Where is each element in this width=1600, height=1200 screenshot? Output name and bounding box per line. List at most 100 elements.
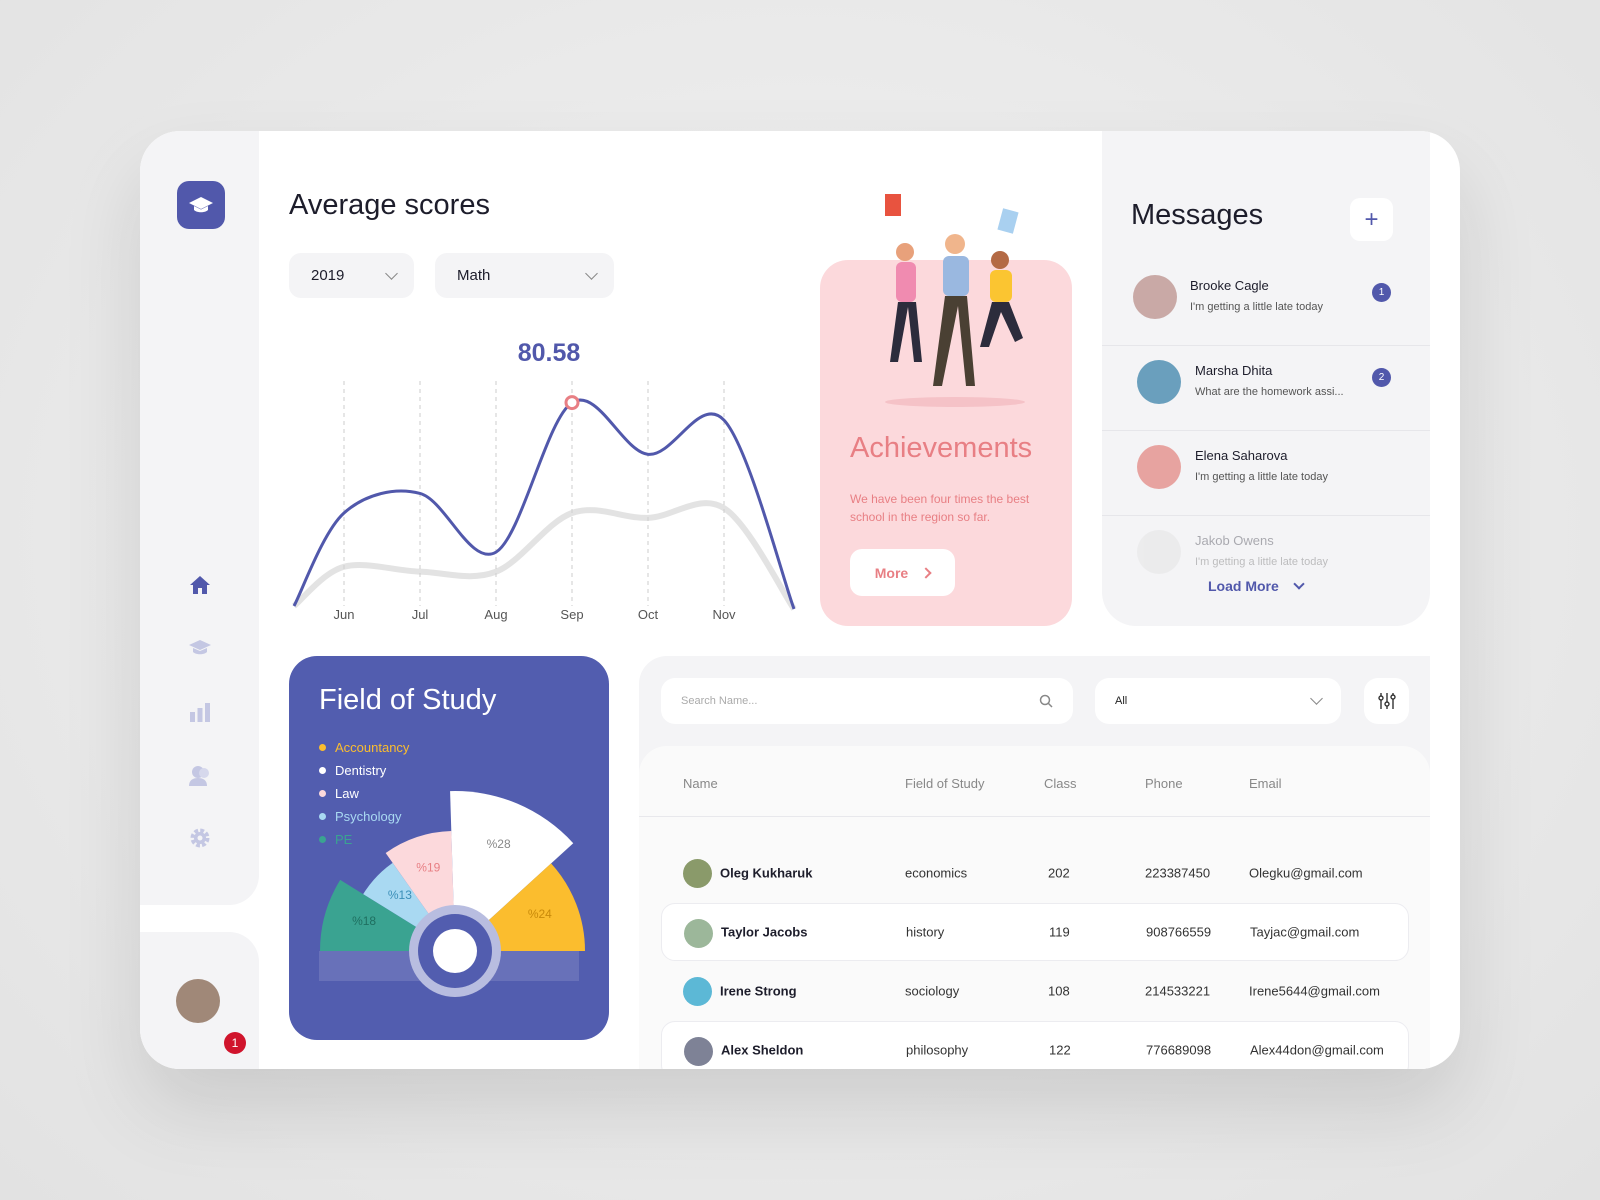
column-header[interactable]: Class [1044,776,1077,791]
cell-field: sociology [905,983,960,999]
segment-label: %24 [528,907,552,921]
center-dot [433,929,477,973]
message-item[interactable]: Brooke Cagle I'm getting a little late t… [1102,261,1430,346]
search-placeholder: Search Name... [681,695,758,707]
year-value: 2019 [311,267,345,284]
year-dropdown[interactable]: 2019 [289,253,414,298]
profile-area: 1 [140,932,259,1069]
cell-phone: 776689098 [1146,1042,1212,1058]
add-message-button[interactable]: + [1350,198,1393,241]
sidebar [140,131,259,905]
segment-label: %13 [388,888,412,902]
user-avatar[interactable] [176,979,220,1023]
messages-title: Messages [1131,199,1264,231]
cell-email: Irene5644@gmail.com [1249,983,1380,999]
filter-settings-button[interactable] [1364,678,1409,724]
x-tick-label: Sep [560,607,584,622]
sender-name: Brooke Cagle [1190,278,1269,293]
sender-avatar [1137,360,1181,404]
filter-value: All [1115,695,1128,707]
sender-avatar [1137,445,1181,489]
table-row[interactable]: Irene Strong sociology 108 214533221 Irene56… [661,962,1409,1020]
x-tick-label: Oct [637,607,659,622]
more-label: More [874,564,909,581]
chevron-down-icon [1293,577,1305,590]
notification-badge: 1 [224,1032,246,1054]
field-of-study-chart: %18 %13 %19 %28 %24 [319,791,585,997]
cell-email: Alex44don@gmail.com [1250,1042,1384,1058]
filter-dropdown[interactable]: All [1095,678,1341,724]
cell-name: Taylor Jacobs [721,924,808,940]
achievements-text: We have been four times the best school … [850,492,1030,524]
cell-email: Olegku@gmail.com [1249,865,1363,881]
cell-email: Tayjac@gmail.com [1250,924,1360,940]
cell-phone: 214533221 [1145,983,1211,999]
sender-name: Jakob Owens [1195,533,1274,548]
message-item[interactable]: Marsha Dhita What are the homework assi.… [1102,346,1430,431]
search-input[interactable]: Search Name... [661,678,1073,724]
cell-field: philosophy [906,1042,969,1058]
column-header[interactable]: Name [683,776,718,791]
logo-graduation-cap-icon[interactable] [177,181,225,229]
segment-label: %18 [352,914,376,928]
cell-field: history [906,924,945,940]
nav-graduation-cap-icon[interactable] [184,632,216,664]
sender-name: Marsha Dhita [1195,363,1273,378]
sliders-icon [1377,693,1396,709]
student-avatar [684,919,713,948]
field-of-study-card: Field of Study Accountancy Dentistry Law Ps… [289,656,609,1040]
chevron-down-icon [1310,692,1323,705]
header-divider [639,816,1430,817]
students-table: Name Field of Study Class Phone Email Oleg K… [639,746,1430,1069]
nav-bar-chart-icon[interactable] [184,696,216,728]
x-tick-label: Jun [333,607,355,622]
message-preview: I'm getting a little late today [1195,556,1328,568]
chevron-right-icon [920,566,932,579]
cell-phone: 223387450 [1145,865,1211,881]
message-preview: What are the homework assi... [1195,386,1344,398]
shadow-line [292,500,797,611]
column-header[interactable]: Field of Study [905,776,985,791]
student-avatar [683,977,712,1006]
sender-name: Elena Saharova [1195,448,1288,463]
column-header[interactable]: Phone [1145,776,1183,791]
more-button[interactable]: More [850,549,955,596]
cell-phone: 908766559 [1146,924,1212,940]
cell-name: Alex Sheldon [721,1042,804,1058]
nav-home-icon[interactable] [184,569,216,601]
unread-badge: 2 [1372,368,1391,387]
chevron-down-icon [385,266,398,280]
x-tick-label: Jul [411,607,429,622]
cell-class: 202 [1048,865,1070,881]
subject-dropdown[interactable]: Math [435,253,614,298]
message-item[interactable]: Elena Saharova I'm getting a little late… [1102,431,1430,516]
subject-value: Math [457,267,491,284]
student-avatar [683,859,712,888]
table-row[interactable]: Alex Sheldon philosophy 122 776689098 Alex44… [661,1021,1409,1069]
segment-label: %28 [487,837,511,851]
cell-class: 119 [1049,924,1070,940]
load-more-label: Load More [1208,578,1279,594]
load-more-button[interactable]: Load More [1208,577,1305,594]
table-row[interactable]: Oleg Kukharuk economics 202 223387450 Olegku… [661,844,1409,902]
celebrating-students-illustration [885,194,1025,407]
x-tick-label: Nov [712,607,736,622]
sender-avatar [1137,530,1181,574]
message-preview: I'm getting a little late today [1195,471,1328,483]
chevron-down-icon [585,266,598,280]
messages-panel: Messages + Brooke Cagle I'm getting a li… [1102,131,1430,626]
peak-point [564,395,580,411]
x-tick-label: Aug [484,607,508,622]
nav-users-icon[interactable] [184,760,216,792]
dashboard-card: 1 Average scores 2019 Math 80.58 Jun Jul A… [140,131,1460,1069]
table-row[interactable]: Taylor Jacobs history 119 908766559 Tayjac@g… [661,903,1409,961]
cell-class: 108 [1048,983,1070,999]
cell-name: Oleg Kukharuk [720,865,813,881]
column-header[interactable]: Email [1249,776,1282,791]
search-icon [1039,694,1053,708]
cell-class: 122 [1049,1042,1071,1058]
nav-gear-icon[interactable] [184,822,216,854]
cell-name: Irene Strong [720,983,797,999]
achievements-title: Achievements [850,432,1033,464]
unread-badge: 1 [1372,283,1391,302]
